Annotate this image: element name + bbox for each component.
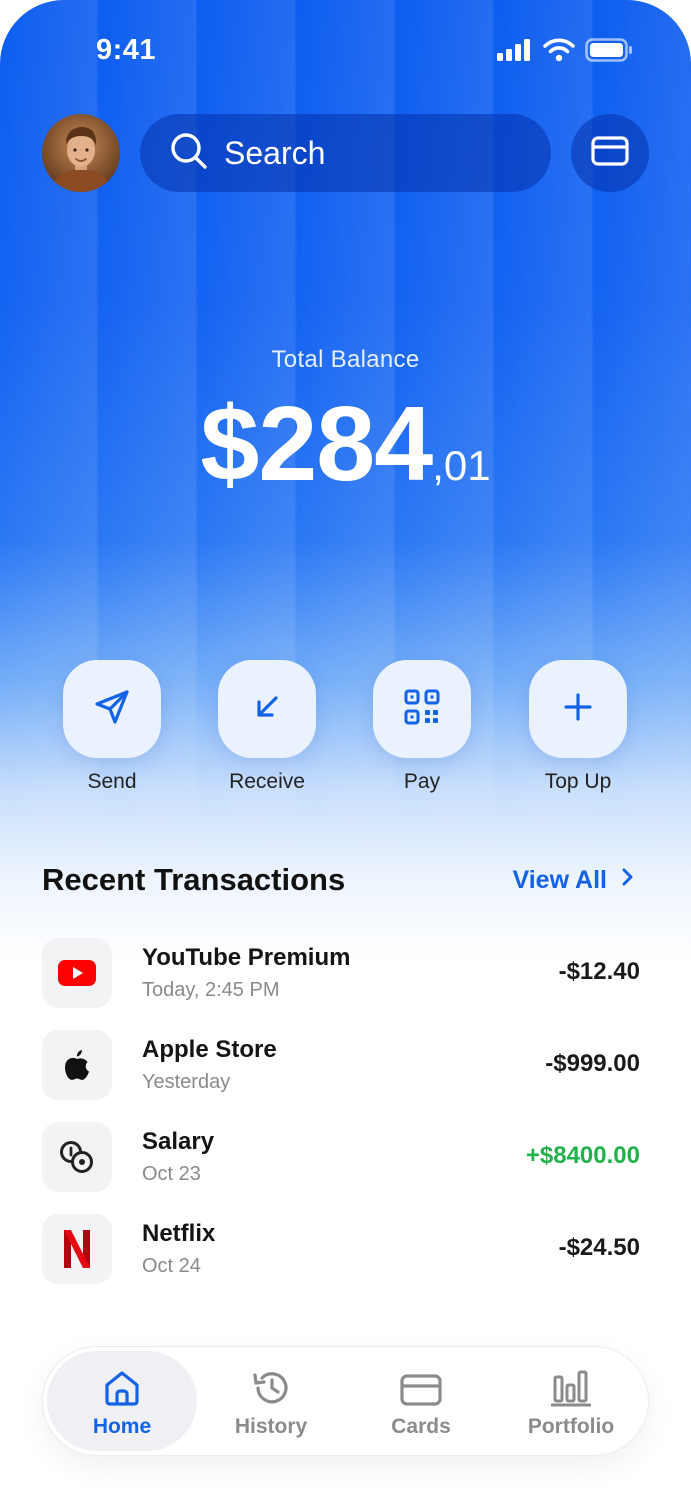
battery-icon <box>585 38 633 67</box>
youtube-icon <box>42 938 112 1008</box>
topup-button[interactable] <box>529 660 627 758</box>
action-label: Pay <box>403 770 441 793</box>
view-all-link[interactable]: View All <box>513 866 635 895</box>
wifi-icon <box>543 38 575 67</box>
action-label: Receive <box>229 770 305 793</box>
chevron-right-icon <box>621 866 635 895</box>
app-screen: 9:41 Search Total Balance $284,01 Send R… <box>0 0 691 1498</box>
search-icon <box>170 132 208 175</box>
signal-icon <box>497 39 533 66</box>
tab-home[interactable]: Home <box>47 1351 197 1451</box>
action-send[interactable]: Send <box>52 660 172 794</box>
transaction-row[interactable]: Apple Store Yesterday -$999.00 <box>42 1030 642 1102</box>
tab-label: Home <box>92 1415 152 1438</box>
tab-bar: Home History Cards Portfolio <box>42 1346 649 1456</box>
credit-card-icon <box>591 135 629 171</box>
tab-history[interactable]: History <box>196 1351 346 1451</box>
chart-icon <box>496 1351 646 1407</box>
action-topup[interactable]: Top Up <box>518 660 638 794</box>
transaction-amount: -$24.50 <box>558 1234 640 1261</box>
coins-icon <box>42 1122 112 1192</box>
transaction-name: Salary <box>142 1128 215 1155</box>
status-icons <box>497 38 633 67</box>
transaction-name: YouTube Premium <box>142 944 351 971</box>
action-label: Top Up <box>544 770 612 793</box>
pay-button[interactable] <box>373 660 471 758</box>
balance-amount: $284,01 <box>0 384 691 505</box>
transaction-name: Netflix <box>142 1220 216 1247</box>
transaction-row[interactable]: Netflix Oct 24 -$24.50 <box>42 1214 642 1286</box>
transaction-date: Oct 23 <box>142 1163 201 1185</box>
status-time: 9:41 <box>96 34 157 66</box>
balance-label: Total Balance <box>271 346 420 373</box>
qr-code-icon <box>404 689 440 730</box>
action-label: Send <box>87 770 137 793</box>
search-bar[interactable]: Search <box>140 114 551 192</box>
transaction-row[interactable]: YouTube Premium Today, 2:45 PM -$12.40 <box>42 938 642 1010</box>
card-button[interactable] <box>571 114 649 192</box>
tab-cards[interactable]: Cards <box>346 1351 496 1451</box>
tab-label: Portfolio <box>527 1415 615 1438</box>
transaction-name: Apple Store <box>142 1036 277 1063</box>
apple-icon <box>42 1030 112 1100</box>
action-receive[interactable]: Receive <box>207 660 327 794</box>
history-icon <box>196 1351 346 1407</box>
send-icon <box>92 687 132 732</box>
tab-label: History <box>234 1415 308 1438</box>
balance-dollars: $284 <box>200 385 433 503</box>
search-input[interactable]: Search <box>224 135 325 172</box>
section-title: Recent Transactions <box>42 862 346 897</box>
avatar[interactable] <box>42 114 120 192</box>
action-pay[interactable]: Pay <box>362 660 482 794</box>
user-avatar-icon <box>42 114 120 192</box>
receive-arrow-icon <box>252 692 282 727</box>
tab-portfolio[interactable]: Portfolio <box>496 1351 646 1451</box>
view-all-label[interactable]: View All <box>513 866 607 895</box>
balance-cents: ,01 <box>432 442 491 489</box>
send-button[interactable] <box>63 660 161 758</box>
home-icon <box>47 1351 197 1407</box>
netflix-icon <box>42 1214 112 1284</box>
card-icon <box>346 1351 496 1407</box>
tab-label: Cards <box>391 1415 451 1438</box>
transaction-date: Oct 24 <box>142 1255 201 1277</box>
transaction-row[interactable]: Salary Oct 23 +$8400.00 <box>42 1122 642 1194</box>
transaction-date: Yesterday <box>142 1071 231 1093</box>
transaction-amount: +$8400.00 <box>525 1142 640 1169</box>
transaction-date: Today, 2:45 PM <box>142 979 280 1001</box>
plus-icon <box>563 692 593 727</box>
transaction-amount: -$999.00 <box>545 1050 640 1077</box>
transaction-amount: -$12.40 <box>558 958 640 985</box>
receive-button[interactable] <box>218 660 316 758</box>
